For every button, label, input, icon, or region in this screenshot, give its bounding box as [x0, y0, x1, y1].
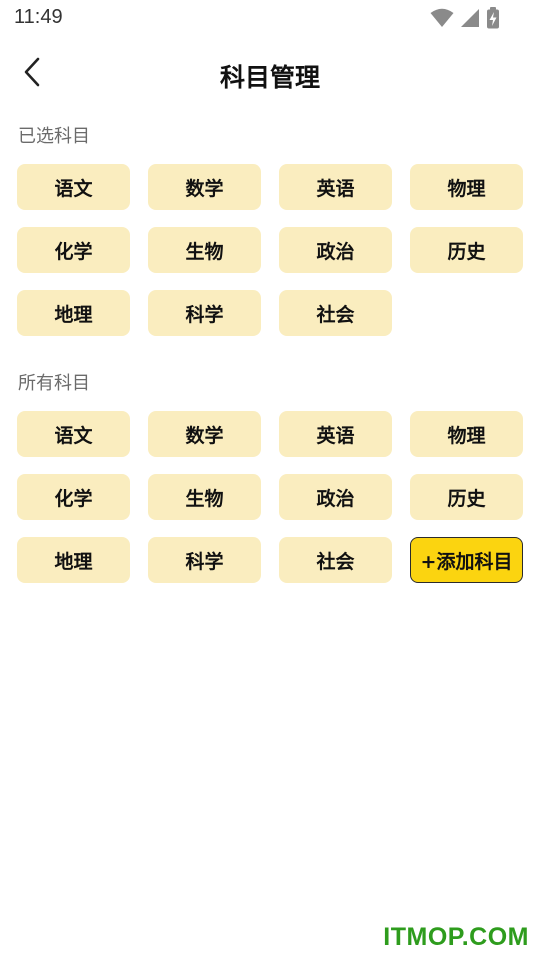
selected-subject-chip[interactable]: 历史: [410, 227, 523, 273]
selected-subject-chip[interactable]: 化学: [17, 227, 130, 273]
selected-subject-chip[interactable]: 物理: [410, 164, 523, 210]
selected-subject-chip[interactable]: 政治: [279, 227, 392, 273]
all-subjects-grid: 语文 数学 英语 物理 化学 生物 政治 历史 地理 科学 社会 +添加科目: [17, 411, 523, 583]
subject-chip[interactable]: 历史: [410, 474, 523, 520]
add-subject-button[interactable]: +添加科目: [410, 537, 523, 583]
status-time: 11:49: [14, 6, 63, 28]
signal-icon: [460, 8, 480, 28]
selected-subject-chip[interactable]: 语文: [17, 164, 130, 210]
selected-subject-chip[interactable]: 地理: [17, 290, 130, 336]
selected-subject-chip[interactable]: 生物: [148, 227, 261, 273]
subject-chip[interactable]: 社会: [279, 537, 392, 583]
selected-subjects-grid: 语文 数学 英语 物理 化学 生物 政治 历史 地理 科学 社会: [17, 164, 523, 336]
wifi-icon: [430, 8, 454, 28]
selected-subject-chip[interactable]: 科学: [148, 290, 261, 336]
page-title: 科目管理: [219, 63, 320, 92]
selected-subject-chip[interactable]: 英语: [279, 164, 392, 210]
nav-bar: 科目管理: [0, 50, 540, 100]
battery-charging-icon: [486, 7, 500, 29]
status-bar: 11:49: [0, 0, 540, 38]
watermark-logo: ITMOP.COM: [383, 923, 529, 951]
subject-chip[interactable]: 数学: [148, 411, 261, 457]
selected-section-title: 已选科目: [18, 126, 90, 147]
all-section-title: 所有科目: [18, 373, 90, 394]
subject-chip[interactable]: 英语: [279, 411, 392, 457]
selected-subject-chip[interactable]: 数学: [148, 164, 261, 210]
subject-chip[interactable]: 物理: [410, 411, 523, 457]
subject-chip[interactable]: 生物: [148, 474, 261, 520]
subject-chip[interactable]: 政治: [279, 474, 392, 520]
selected-subject-chip[interactable]: 社会: [279, 290, 392, 336]
subject-chip[interactable]: 语文: [17, 411, 130, 457]
subject-chip[interactable]: 化学: [17, 474, 130, 520]
status-icons: [430, 7, 500, 29]
subject-chip[interactable]: 科学: [148, 537, 261, 583]
subject-chip[interactable]: 地理: [17, 537, 130, 583]
